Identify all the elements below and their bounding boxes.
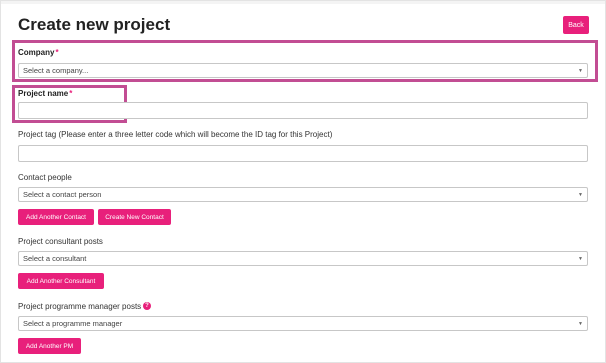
add-another-contact-button[interactable]: Add Another Contact [18, 209, 94, 225]
project-tag-input[interactable] [18, 145, 588, 162]
consultant-label: Project consultant posts [18, 237, 103, 246]
chevron-down-icon: ▼ [578, 255, 583, 262]
chevron-down-icon: ▼ [578, 320, 583, 327]
create-new-contact-button[interactable]: Create New Contact [98, 209, 171, 225]
required-asterisk: * [55, 48, 59, 57]
programme-manager-select-value: Select a programme manager [23, 319, 123, 328]
page-title: Create new project [18, 15, 171, 34]
consultant-select-value: Select a consultant [23, 254, 87, 263]
question-circle-icon[interactable]: ? [143, 302, 151, 310]
top-strip [1, 1, 605, 4]
programme-manager-label: Project programme manager posts [18, 302, 142, 311]
programme-manager-select[interactable]: Select a programme manager ▼ [18, 316, 588, 331]
company-select-value: Select a company... [23, 66, 89, 75]
project-tag-label: Project tag (Please enter a three letter… [18, 130, 333, 139]
required-asterisk: * [69, 89, 73, 98]
contact-person-select-value: Select a contact person [23, 190, 102, 199]
add-another-consultant-button[interactable]: Add Another Consultant [18, 273, 104, 289]
chevron-down-icon: ▼ [578, 191, 583, 198]
contact-people-label: Contact people [18, 173, 72, 182]
project-name-label-text: Project name [18, 89, 69, 98]
company-label-text: Company [18, 48, 55, 57]
consultant-select[interactable]: Select a consultant ▼ [18, 251, 588, 266]
back-button[interactable]: Back [563, 16, 589, 34]
project-name-label: Project name* [18, 89, 72, 98]
chevron-down-icon: ▼ [578, 67, 583, 74]
company-select[interactable]: Select a company... ▼ [18, 63, 588, 78]
contact-person-select[interactable]: Select a contact person ▼ [18, 187, 588, 202]
company-label: Company* [18, 48, 59, 57]
project-name-input[interactable] [18, 102, 588, 119]
add-another-pm-button[interactable]: Add Another PM [18, 338, 81, 354]
